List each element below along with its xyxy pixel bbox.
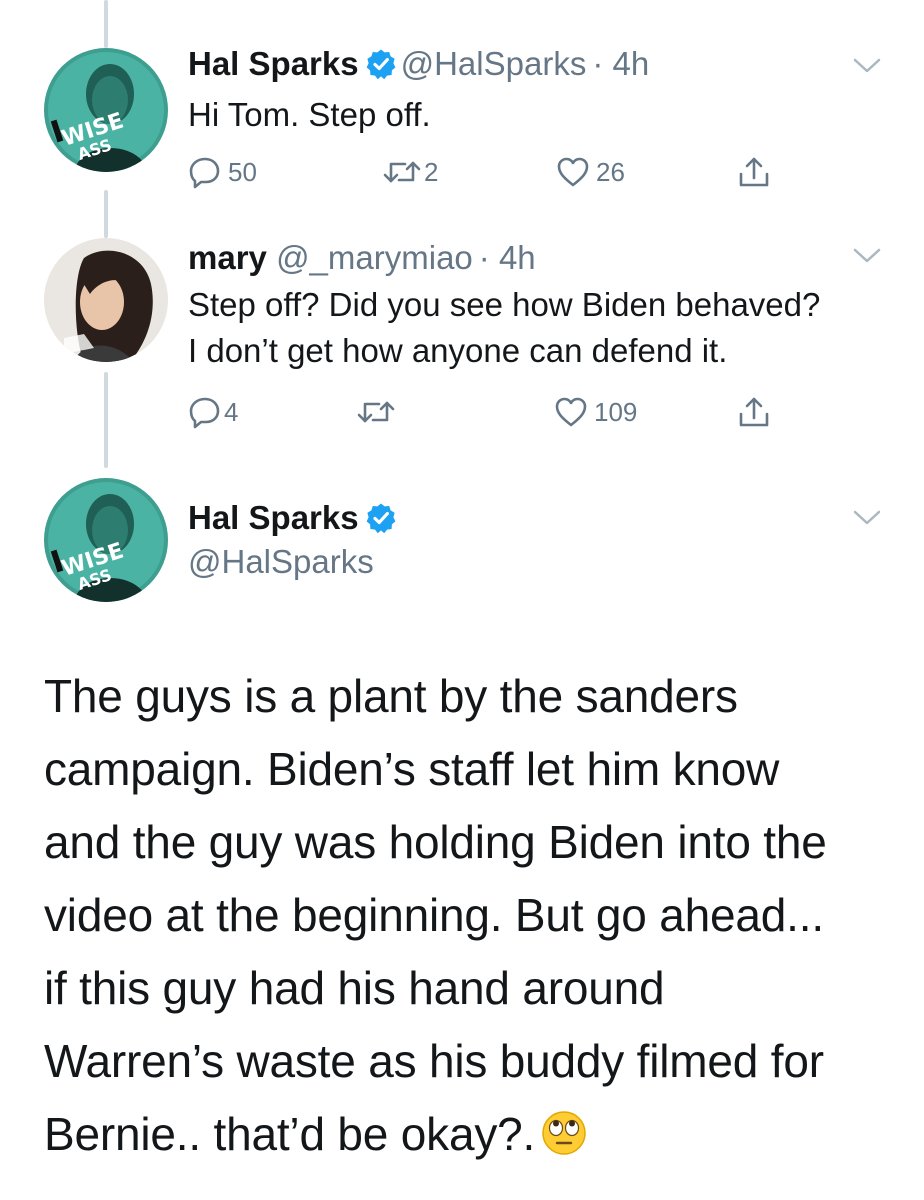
like-count: 26 <box>596 156 625 187</box>
like-count: 109 <box>594 396 638 427</box>
avatar[interactable]: WISE ASS <box>44 48 168 172</box>
retweet-icon <box>383 161 421 183</box>
tweet-header: Hal Sparks @HalSparks · 4h <box>188 44 649 84</box>
avatar[interactable] <box>44 238 168 362</box>
eye-roll-emoji-icon <box>542 1111 586 1155</box>
heart-icon <box>555 397 587 427</box>
chevron-down-icon[interactable] <box>852 508 882 528</box>
reply-icon <box>189 157 220 189</box>
handle[interactable]: @HalSparks <box>401 45 587 82</box>
retweet-count: 2 <box>424 156 439 187</box>
tweet-text: Hi Tom. Step off. <box>188 96 431 133</box>
share-icon <box>739 157 769 187</box>
main-tweet-text-line: Bernie.. that’d be okay?. <box>44 1108 536 1160</box>
tweet-text-line: Step off? Did you see how Biden behaved? <box>188 286 821 323</box>
reply-count: 4 <box>224 396 239 427</box>
thread-line-top <box>104 0 108 48</box>
thread-line-lower <box>104 372 108 468</box>
main-tweet-text-line: campaign. Biden’s staff let him know <box>44 743 780 795</box>
like-button[interactable]: 26 <box>556 152 625 192</box>
main-tweet-text-line: Warren’s waste as his buddy filmed for <box>44 1035 824 1087</box>
handle[interactable]: @_marymiao <box>276 239 473 276</box>
chevron-down-icon[interactable] <box>852 246 882 266</box>
avatar[interactable]: WISE ASS <box>44 478 168 602</box>
tweet-header: Hal Sparks <box>188 498 401 538</box>
reply-icon <box>189 397 220 429</box>
reply-button[interactable]: 4 <box>188 392 238 432</box>
verified-badge-icon <box>366 503 395 534</box>
main-tweet-text-line: if this guy had his hand around <box>44 962 665 1014</box>
tweet-text: Step off? Did you see how Biden behaved?… <box>188 282 820 374</box>
main-tweet-last-line: Bernie.. that’d be okay?. <box>44 1098 904 1171</box>
reply-count: 50 <box>228 156 257 187</box>
tweet-text-line: I don’t get how anyone can defend it. <box>188 332 728 369</box>
like-button[interactable]: 109 <box>554 392 637 432</box>
display-name[interactable]: Hal Sparks <box>188 499 359 536</box>
reply-button[interactable]: 50 <box>188 152 257 192</box>
handle[interactable]: @HalSparks <box>188 542 374 582</box>
main-tweet-text-line: video at the beginning. But go ahead... <box>44 889 824 941</box>
heart-icon <box>557 157 589 187</box>
retweet-icon <box>357 401 395 423</box>
display-name[interactable]: Hal Sparks <box>188 45 359 82</box>
share-icon <box>739 397 769 427</box>
verified-badge-icon <box>366 49 395 80</box>
timestamp[interactable]: · 4h <box>479 239 536 276</box>
tweet-header: mary @_marymiao · 4h <box>188 238 536 278</box>
share-button[interactable] <box>736 152 772 192</box>
retweet-button[interactable]: 2 <box>382 152 438 192</box>
thread-line-middle <box>104 190 108 238</box>
main-tweet-text-line: and the guy was holding Biden into the <box>44 816 827 868</box>
retweet-button[interactable] <box>356 392 402 432</box>
main-tweet-text: The guys is a plant by the sanders campa… <box>44 660 904 1171</box>
timestamp[interactable]: · 4h <box>592 45 649 82</box>
share-button[interactable] <box>736 392 772 432</box>
chevron-down-icon[interactable] <box>852 56 882 76</box>
main-tweet-text-line: The guys is a plant by the sanders <box>44 670 738 722</box>
display-name[interactable]: mary <box>188 239 267 276</box>
